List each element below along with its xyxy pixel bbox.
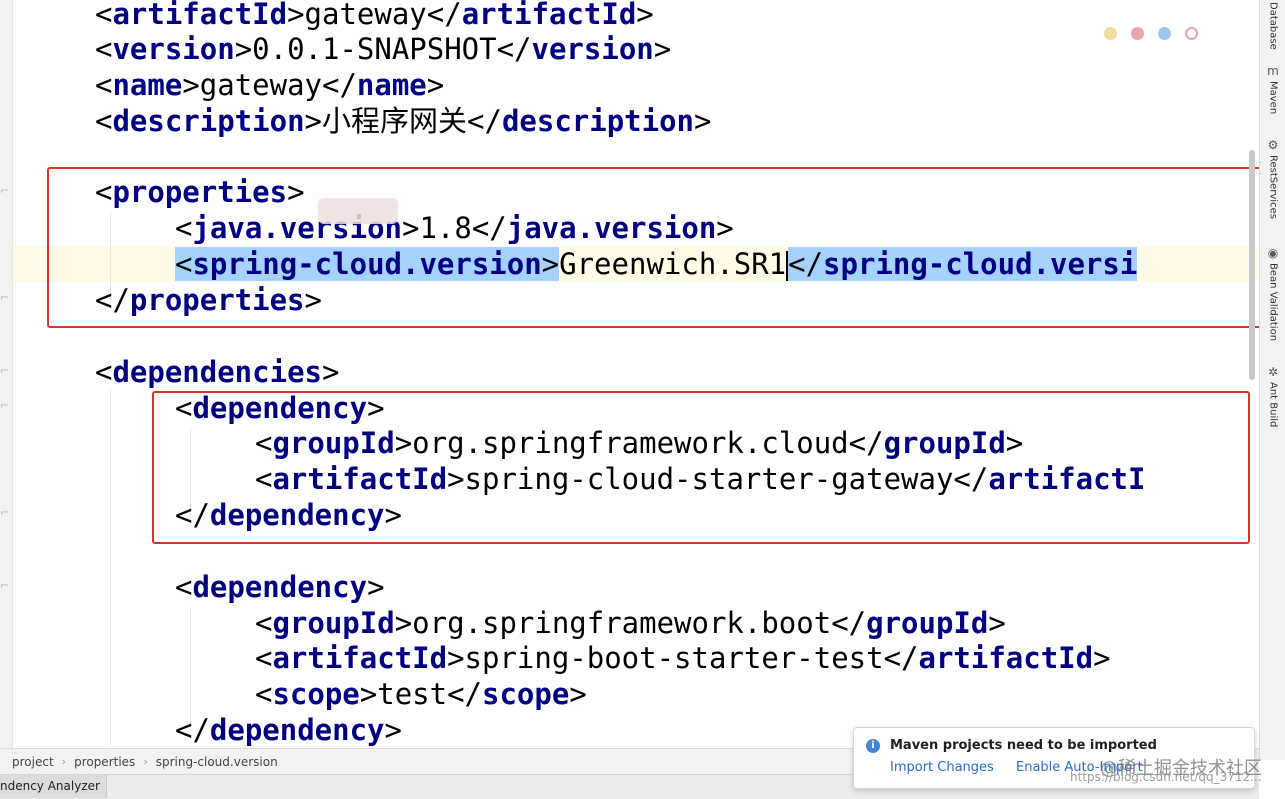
open-tag: artifactId: [272, 641, 448, 675]
right-tool-strip: Database m Maven ⚙ RestServices ◉ Bean Vali…: [1259, 0, 1285, 760]
code-line: <groupId>org.springframework.boot</group…: [255, 606, 1006, 640]
tag-value: gateway: [199, 68, 322, 102]
maven-icon: m: [1267, 64, 1279, 78]
open-tag: artifactId: [112, 0, 288, 31]
notification-title: Maven projects need to be imported: [890, 738, 1157, 753]
tag-value: 小程序网关: [322, 104, 468, 138]
code-line: <dependency>: [175, 570, 385, 604]
chevron-right-icon: ›: [143, 755, 148, 768]
editor-gutter: ⌐ ⌐ ⌐ ⌐ ⌐ ⌐: [0, 0, 13, 748]
code-line: <artifactId>spring-boot-starter-test</ar…: [255, 641, 1111, 675]
open-tag: dependency: [192, 570, 368, 604]
annotation-box-dependency: [152, 391, 1250, 544]
close-tag: dependency: [209, 713, 385, 747]
breadcrumb-item[interactable]: properties: [70, 755, 139, 769]
tag-value: spring-boot-starter-test: [464, 641, 884, 675]
fold-marker[interactable]: ⌐: [0, 505, 10, 521]
browser-icons: [1104, 25, 1212, 44]
rest-services-label: RestServices: [1267, 155, 1279, 219]
breadcrumb-item[interactable]: project: [0, 755, 58, 769]
open-tag: dependencies: [112, 355, 322, 389]
close-tag: scope: [482, 677, 570, 711]
fold-marker[interactable]: ⌐: [0, 290, 10, 306]
safari-icon: [1158, 27, 1171, 40]
breadcrumb-item[interactable]: spring-cloud.version: [152, 755, 282, 769]
bean-validation-icon: ◉: [1267, 246, 1279, 260]
close-tag: artifactId: [918, 641, 1094, 675]
tool-ant-build[interactable]: ✲ Ant Build: [1263, 365, 1283, 427]
import-changes-link[interactable]: Import Changes: [890, 760, 994, 775]
bean-validation-label: Bean Validation: [1267, 263, 1279, 342]
fold-marker[interactable]: ⌐: [0, 398, 10, 414]
tag-value: 0.0.1-SNAPSHOT: [252, 32, 497, 66]
code-line: <version>0.0.1-SNAPSHOT</version>: [95, 32, 672, 66]
tool-bean-validation[interactable]: ◉ Bean Validation: [1263, 246, 1283, 341]
tab-dependency-analyzer[interactable]: ndency Analyzer: [0, 775, 107, 798]
fold-marker[interactable]: ⌐: [0, 363, 10, 379]
indent-guide: [110, 390, 111, 745]
tag-value: gateway: [304, 0, 427, 31]
code-line: <description>小程序网关</description>: [95, 104, 712, 138]
opera-icon: [1185, 27, 1198, 40]
close-tag: version: [531, 32, 654, 66]
fold-marker[interactable]: ⌐: [0, 578, 10, 594]
close-tag: description: [501, 104, 694, 138]
tag-value: test: [377, 677, 448, 711]
open-tag: version: [112, 32, 235, 66]
code-line: <scope>test</scope>: [255, 677, 587, 711]
open-tag: scope: [272, 677, 360, 711]
open-tag: groupId: [272, 606, 395, 640]
close-tag: artifactId: [461, 0, 637, 31]
indent-guide: [190, 607, 191, 727]
code-line: <name>gateway</name>: [95, 68, 445, 102]
ant-build-label: Ant Build: [1267, 382, 1279, 428]
firefox-icon: [1131, 27, 1144, 40]
rest-services-icon: ⚙: [1267, 138, 1279, 152]
maven-label: Maven: [1267, 81, 1279, 115]
code-editor[interactable]: <artifactId>gateway</artifactId> <versio…: [13, 0, 1258, 748]
vertical-scrollbar[interactable]: [1249, 150, 1255, 380]
watermark-url: https://blog.csdn.net/qq_3712...: [1070, 770, 1262, 784]
chrome-icon: [1104, 27, 1117, 40]
tool-database[interactable]: Database: [1263, 2, 1283, 50]
close-tag: groupId: [866, 606, 989, 640]
fold-marker[interactable]: ⌐: [0, 183, 10, 199]
ant-build-icon: ✲: [1267, 365, 1279, 379]
code-line: <dependencies>: [95, 355, 340, 389]
info-icon: i: [866, 739, 880, 753]
tool-maven[interactable]: m Maven: [1263, 64, 1283, 114]
close-tag: name: [356, 68, 427, 102]
tag-value: org.springframework.boot: [412, 606, 832, 640]
tool-rest-services[interactable]: ⚙ RestServices: [1263, 138, 1283, 219]
annotation-box-properties: [47, 167, 1285, 328]
code-line: </dependency>: [175, 713, 402, 747]
chevron-right-icon: ›: [61, 755, 67, 768]
open-tag: name: [112, 68, 183, 102]
open-tag: description: [112, 104, 305, 138]
database-label: Database: [1267, 2, 1279, 50]
code-line: <artifactId>gateway</artifactId>: [95, 0, 654, 31]
